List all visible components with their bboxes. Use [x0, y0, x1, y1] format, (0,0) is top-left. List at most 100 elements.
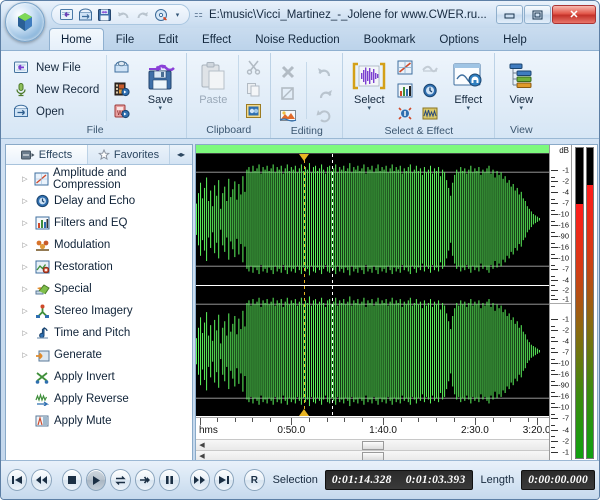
sidebar-nav-arrows[interactable]: ◂▸: [170, 145, 192, 164]
expander-icon[interactable]: ▷: [20, 241, 30, 249]
tab-bookmark[interactable]: Bookmark: [352, 28, 428, 50]
expander-icon[interactable]: ▷: [20, 285, 30, 293]
tree-item-apply-reverse[interactable]: Apply Reverse: [6, 388, 192, 410]
selection-end-cursor[interactable]: [331, 285, 333, 416]
tab-help[interactable]: Help: [491, 28, 539, 50]
db-ruler: dB -1 -2 -4 -7 -10 -16 -90 -16 -10 -7 -4…: [549, 145, 571, 461]
play-marker-icon[interactable]: [298, 409, 309, 416]
tab-edit[interactable]: Edit: [146, 28, 190, 50]
amplify-icon[interactable]: [394, 57, 416, 77]
sidebar-tab-favorites[interactable]: Favorites: [88, 145, 170, 164]
view-button[interactable]: View ▾: [498, 55, 544, 113]
expander-icon[interactable]: ▷: [20, 197, 30, 205]
tree-item-special[interactable]: ▷ Special: [6, 278, 192, 300]
expander-icon[interactable]: ▷: [20, 263, 30, 271]
noise-reduction-icon[interactable]: [419, 103, 441, 123]
paste-special-icon[interactable]: [242, 101, 264, 121]
file-commands: New File New Record Open: [7, 55, 104, 122]
expander-icon[interactable]: ▷: [20, 219, 30, 227]
modulation-icon[interactable]: [394, 103, 416, 123]
expander-icon[interactable]: ▷: [20, 351, 30, 359]
new-file-button[interactable]: New File: [7, 57, 104, 78]
tree-item-stereo-imagery[interactable]: ▷ Stereo Imagery: [6, 300, 192, 322]
sidebar-tab-effects[interactable]: Effects: [6, 145, 88, 164]
stop-button[interactable]: [61, 469, 83, 491]
maximize-button[interactable]: [524, 5, 551, 24]
waveform-channel-left[interactable]: [196, 154, 549, 286]
open-folder-icon[interactable]: [77, 7, 94, 23]
waveform-channel-right[interactable]: [196, 285, 549, 417]
tab-options[interactable]: Options: [427, 28, 491, 50]
effect-dropdown-caret[interactable]: ▾: [467, 105, 471, 112]
scroll-thumb[interactable]: [361, 440, 384, 450]
length-time-display[interactable]: 0:00:00.000: [521, 470, 596, 490]
play-marker-icon[interactable]: [298, 154, 309, 161]
select-dropdown-caret[interactable]: ▾: [368, 105, 372, 112]
record-button[interactable]: R: [244, 469, 265, 491]
minimize-button[interactable]: [496, 5, 523, 24]
play-button[interactable]: [86, 469, 107, 491]
selection-end-cursor[interactable]: [331, 154, 333, 285]
burn-disc-icon[interactable]: [153, 7, 170, 23]
save-dropdown-caret[interactable]: ▾: [159, 105, 163, 112]
step-forward-button[interactable]: [134, 469, 156, 491]
selection-strip[interactable]: [196, 145, 549, 154]
timeline-unit-label: hms: [199, 425, 218, 436]
tree-item-delay-and-echo[interactable]: ▷ Delay and Echo: [6, 190, 192, 212]
skip-to-start-button[interactable]: [7, 469, 28, 491]
extract-video-audio-icon[interactable]: [110, 79, 132, 99]
tree-item-label: Restoration: [54, 261, 113, 273]
restoration-icon: [33, 259, 51, 275]
playback-cursor[interactable]: [303, 285, 305, 416]
tree-item-time-and-pitch[interactable]: ▷ Time and Pitch: [6, 322, 192, 344]
save-disk-icon: [144, 59, 176, 93]
expander-icon[interactable]: ▷: [20, 175, 30, 183]
save-button[interactable]: Save ▾: [137, 55, 183, 113]
delay-echo-icon[interactable]: [419, 80, 441, 100]
close-button[interactable]: ✕: [552, 5, 596, 24]
select-button[interactable]: Select ▾: [346, 55, 392, 113]
tab-home[interactable]: Home: [49, 28, 104, 50]
scroll-left-icon[interactable]: ◀: [196, 441, 208, 449]
timeline-ruler[interactable]: hms 0:50.0 1:40.0 2:30.0 3:20.0: [196, 417, 551, 439]
new-file-icon[interactable]: [58, 7, 75, 23]
qat-dropdown-button[interactable]: ▾: [172, 7, 183, 23]
waveform-panel: hms 0:50.0 1:40.0 2:30.0 3:20.0 ◀ ◀ dB -…: [195, 144, 598, 462]
new-record-button[interactable]: New Record: [7, 79, 104, 100]
loop-button[interactable]: [110, 469, 131, 491]
fast-forward-button[interactable]: [189, 469, 210, 491]
repeat-arrow-icon: [314, 105, 336, 125]
selection-time-display[interactable]: 0:01:14.328 0:01:03.393: [324, 470, 473, 490]
horizontal-scrollbar-top[interactable]: ◀: [196, 439, 549, 450]
paste-button[interactable]: Paste: [190, 55, 236, 107]
rewind-button[interactable]: [31, 469, 52, 491]
waveform-canvas[interactable]: hms 0:50.0 1:40.0 2:30.0 3:20.0 ◀ ◀: [196, 145, 551, 461]
open-media-icon[interactable]: W: [110, 101, 132, 121]
tree-item-apply-mute[interactable]: Apply Mute: [6, 410, 192, 432]
tree-item-filters-and-eq[interactable]: ▷ Filters and EQ: [6, 212, 192, 234]
expander-icon[interactable]: ▷: [20, 329, 30, 337]
app-logo-icon[interactable]: [5, 2, 45, 42]
scroll-left-icon[interactable]: ◀: [196, 452, 208, 460]
save-disk-icon[interactable]: [96, 7, 113, 23]
tab-file[interactable]: File: [104, 28, 147, 50]
effect-button[interactable]: Effect ▾: [445, 55, 491, 113]
tree-item-apply-invert[interactable]: Apply Invert: [6, 366, 192, 388]
playback-cursor[interactable]: [303, 154, 305, 285]
tree-item-amplitude-and-compression[interactable]: ▷ Amplitude and Compression: [6, 167, 192, 191]
tab-noise-reduction[interactable]: Noise Reduction: [243, 28, 351, 50]
tab-effect[interactable]: Effect: [190, 28, 243, 50]
tree-item-modulation[interactable]: ▷ Modulation: [6, 234, 192, 256]
tree-item-restoration[interactable]: ▷ Restoration: [6, 256, 192, 278]
open-cd-icon[interactable]: [110, 57, 132, 77]
db-ruler-right-channel: -1 -2 -4 -7 -10 -16 -90 -16 -10 -7 -4 -2…: [550, 304, 571, 462]
mix-paste-icon[interactable]: [277, 105, 299, 125]
tree-item-generate[interactable]: ▷ Generate: [6, 344, 192, 366]
expander-icon[interactable]: ▷: [20, 307, 30, 315]
view-dropdown-caret[interactable]: ▾: [520, 105, 524, 112]
pause-button[interactable]: [159, 469, 180, 491]
equalizer-icon[interactable]: [394, 80, 416, 100]
skip-to-end-button[interactable]: [213, 469, 235, 491]
crop-icon: [277, 83, 299, 103]
open-button[interactable]: Open: [7, 101, 104, 122]
